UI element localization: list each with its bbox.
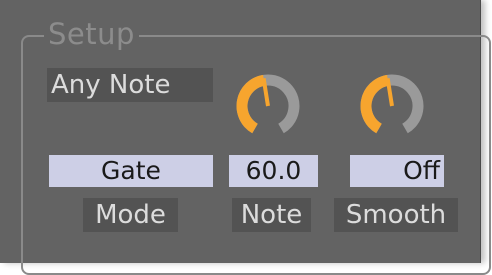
device-panel: Setup Any Note Gate 60.0 Off Mode Note S…	[0, 0, 491, 275]
note-knob[interactable]	[228, 64, 308, 144]
trigger-mode-label[interactable]: Any Note	[47, 68, 213, 102]
smooth-value-field[interactable]: Off	[350, 155, 444, 187]
note-value-field[interactable]: 60.0	[229, 155, 318, 187]
note-knob-dial	[236, 74, 300, 134]
knob-fill	[360, 74, 390, 134]
mode-label: Mode	[83, 198, 178, 232]
note-label: Note	[232, 198, 311, 232]
smooth-label: Smooth	[334, 198, 458, 232]
mode-value-field[interactable]: Gate	[49, 155, 213, 187]
knob-fill	[236, 74, 266, 134]
smooth-knob-dial	[360, 74, 424, 134]
smooth-knob[interactable]	[352, 64, 432, 144]
setup-group-title: Setup	[44, 17, 139, 51]
